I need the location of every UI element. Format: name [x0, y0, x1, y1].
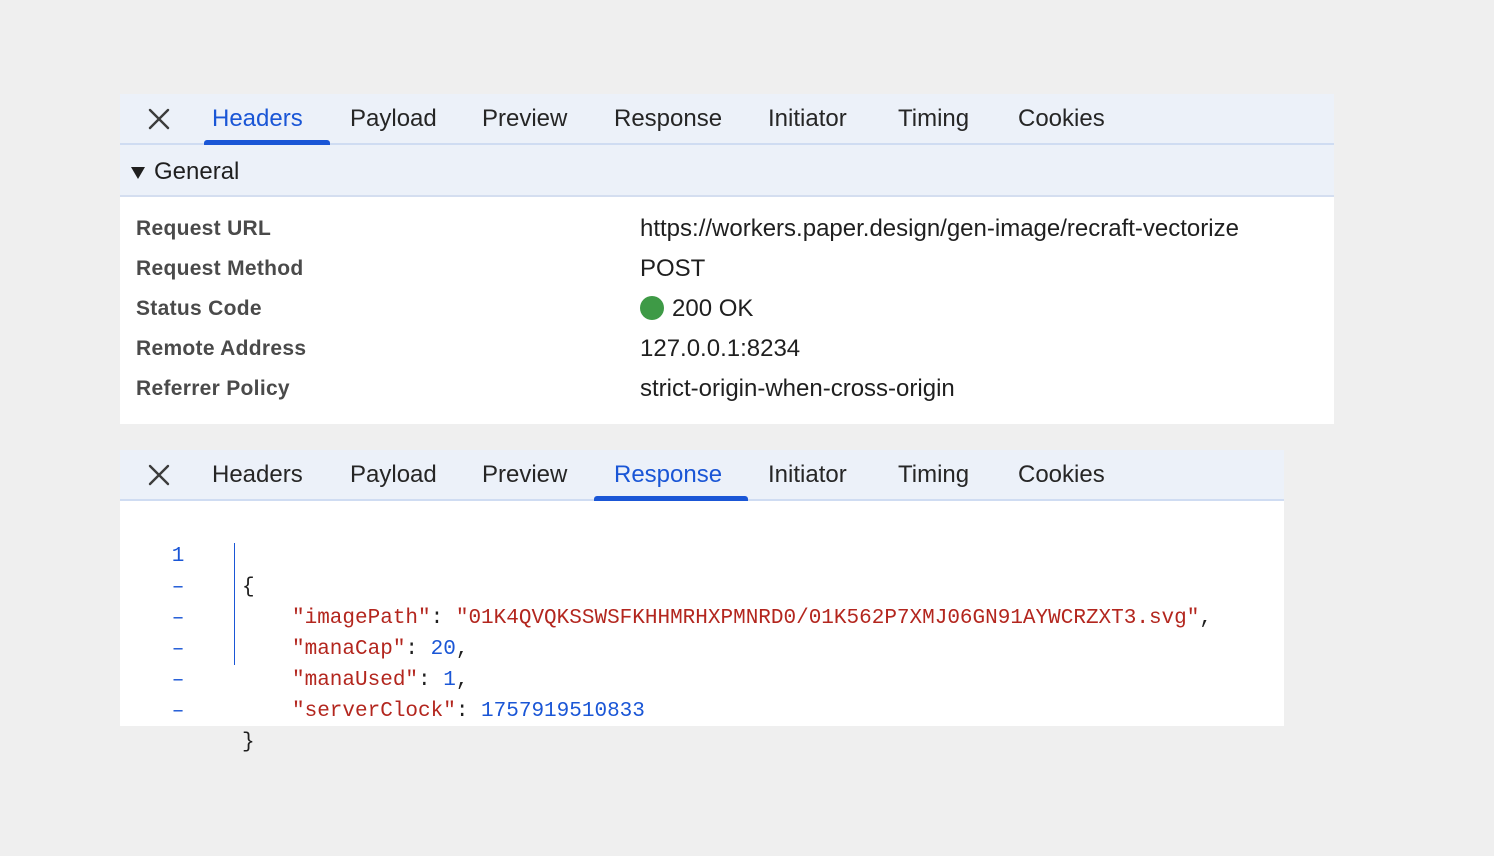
tab-preview[interactable]: Preview — [482, 450, 567, 499]
code-line: – "imagePath": "01K4QVQKSSWSFKHHMRHXPMNR… — [120, 541, 1284, 630]
tab-cookies[interactable]: Cookies — [1018, 94, 1105, 143]
tab-headers[interactable]: Headers — [212, 94, 303, 143]
response-panel: Headers Payload Preview Response Initiat… — [120, 450, 1284, 754]
json-value: 1757919510833 — [481, 700, 645, 723]
status-dot-icon — [640, 296, 664, 320]
general-list: Request URL https://workers.paper.design… — [120, 197, 1334, 402]
kv-row-remote-address: Remote Address 127.0.0.1:8234 — [120, 321, 1334, 362]
code-line: – } — [120, 665, 1284, 754]
tab-timing[interactable]: Timing — [898, 450, 969, 499]
response-code-view[interactable]: 1 { – "imagePath": "01K4QVQKSSWSFKHHMRHX… — [120, 501, 1284, 754]
tab-payload[interactable]: Payload — [350, 450, 437, 499]
tab-bar: Headers Payload Preview Response Initiat… — [120, 450, 1284, 501]
code-line: – "manaUsed": 1, — [120, 603, 1284, 692]
tab-cookies[interactable]: Cookies — [1018, 450, 1105, 499]
kv-row-request-method: Request Method POST — [120, 241, 1334, 282]
code-line: – "serverClock": 1757919510833 — [120, 634, 1284, 723]
general-section-header[interactable]: General — [120, 145, 1334, 197]
kv-row-referrer-policy: Referrer Policy strict-origin-when-cross… — [120, 361, 1334, 402]
code-line: – "manaCap": 20, — [120, 572, 1284, 661]
tab-initiator[interactable]: Initiator — [768, 450, 847, 499]
tab-headers[interactable]: Headers — [212, 450, 303, 499]
tab-initiator[interactable]: Initiator — [768, 94, 847, 143]
kv-row-request-url: Request URL https://workers.paper.design… — [120, 201, 1334, 242]
tab-response[interactable]: Response — [614, 94, 722, 143]
close-icon[interactable] — [146, 106, 172, 132]
json-sep: : — [455, 700, 482, 723]
line-marker: – — [171, 700, 185, 723]
section-title: General — [154, 158, 240, 185]
close-icon[interactable] — [146, 462, 172, 488]
json-field: "serverClock": 1757919510833 — [292, 696, 645, 727]
tab-payload[interactable]: Payload — [350, 94, 437, 143]
code-line: 1 { — [120, 510, 1284, 599]
status-text: 200 OK — [672, 295, 754, 322]
json-key: "serverClock" — [292, 700, 456, 723]
kv-value: strict-origin-when-cross-origin — [640, 375, 955, 402]
tab-preview[interactable]: Preview — [482, 94, 567, 143]
tab-timing[interactable]: Timing — [898, 94, 969, 143]
tab-bar: Headers Payload Preview Response Initiat… — [120, 94, 1334, 145]
caret-down-icon — [131, 167, 145, 179]
tab-response[interactable]: Response — [614, 450, 722, 499]
kv-key: Referrer Policy — [136, 377, 290, 400]
kv-row-status-code: Status Code 200 OK — [120, 281, 1334, 322]
headers-panel: Headers Payload Preview Response Initiat… — [120, 94, 1334, 424]
close-brace: } — [242, 731, 255, 754]
